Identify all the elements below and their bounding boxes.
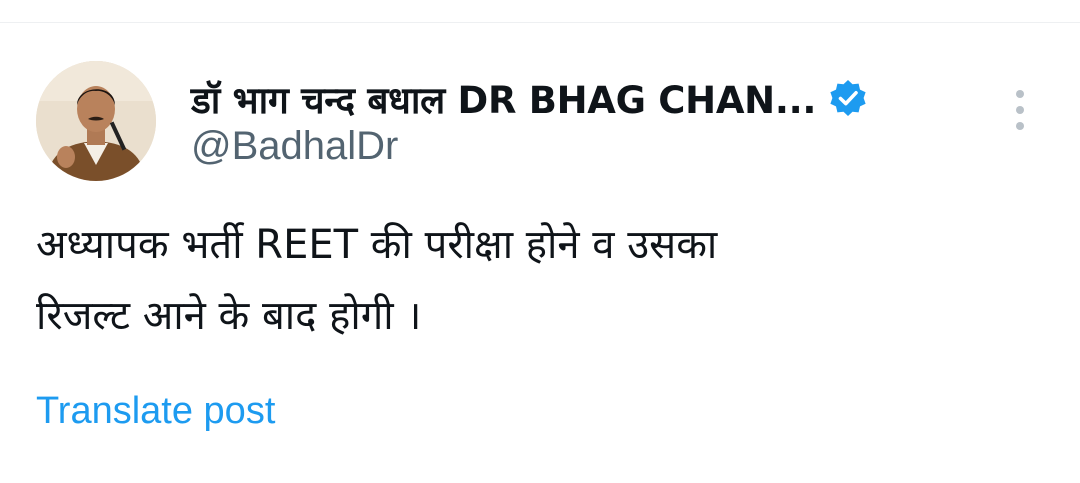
author-display-name[interactable]: डॉ भाग चन्द बधाल DR BHAG CHAN... <box>191 73 816 124</box>
divider <box>0 22 1080 23</box>
post-text-line: रिजल्ट आने के बाद होगी । <box>36 293 422 339</box>
verified-badge-icon <box>828 78 868 118</box>
post-text-line: अध्यापक भर्ती REET की परीक्षा होने व उसक… <box>36 222 718 268</box>
translate-post-link[interactable]: Translate post <box>36 390 275 433</box>
tweet-card: डॉ भाग चन्द बधाल DR BHAG CHAN... @Badhal… <box>0 0 1080 483</box>
post-text: अध्यापक भर्ती REET की परीक्षा होने व उसक… <box>36 210 1036 352</box>
profile-photo-icon <box>36 61 156 181</box>
avatar[interactable] <box>36 61 156 181</box>
more-vertical-icon[interactable] <box>1006 88 1034 132</box>
author-handle[interactable]: @BadhalDr <box>191 124 398 169</box>
author-name-row: डॉ भाग चन्द बधाल DR BHAG CHAN... <box>191 70 868 126</box>
